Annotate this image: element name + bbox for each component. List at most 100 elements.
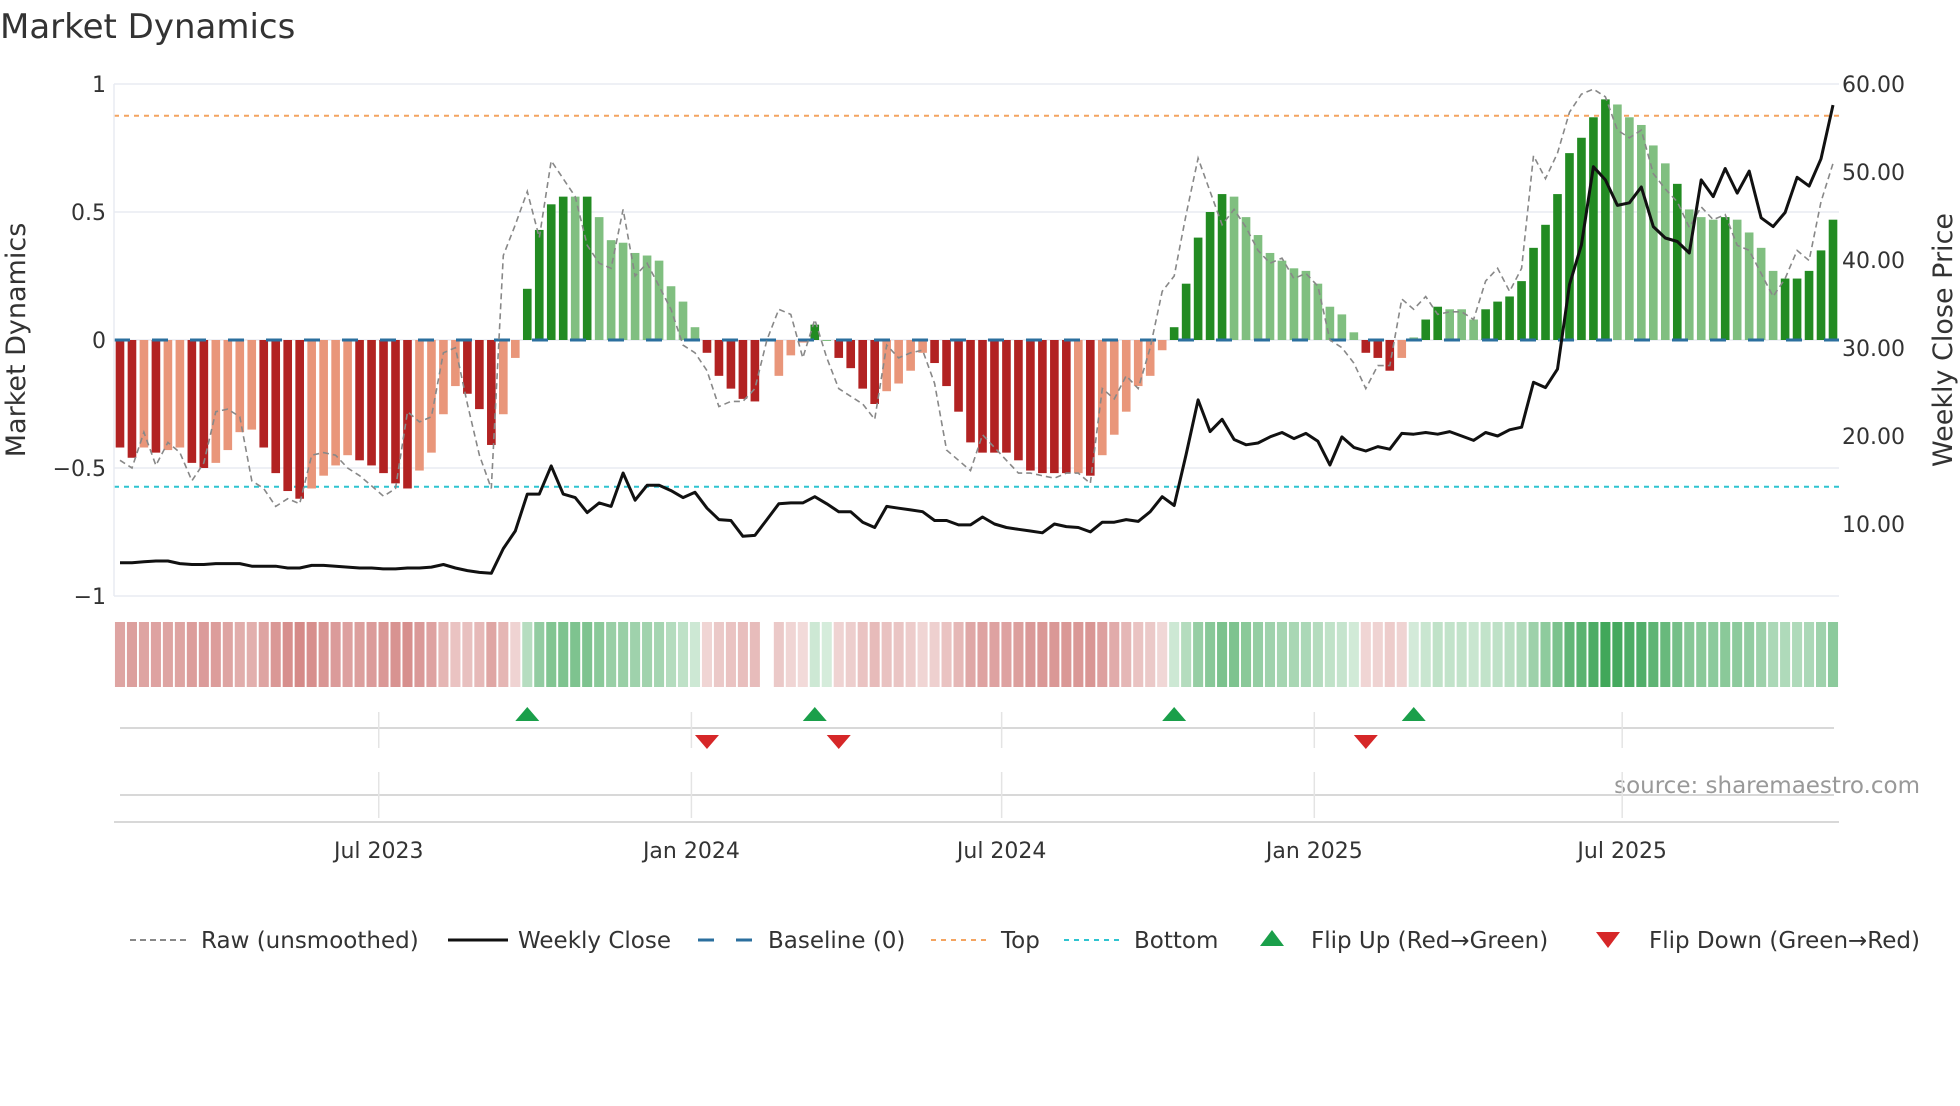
heat-strip-cell bbox=[630, 622, 641, 687]
legend-label: Flip Up (Red→Green) bbox=[1311, 928, 1548, 954]
heat-strip-cell bbox=[1480, 622, 1491, 687]
dynamics-bar bbox=[175, 340, 185, 448]
heat-strip-cell bbox=[989, 622, 1000, 687]
heat-strip-cell bbox=[1384, 622, 1395, 687]
heat-strip-cell bbox=[1660, 622, 1671, 687]
dynamics-bar bbox=[546, 204, 556, 340]
heat-strip-cell bbox=[1816, 622, 1827, 687]
dynamics-bar bbox=[1157, 340, 1167, 351]
dynamics-bar bbox=[151, 340, 161, 453]
heat-strip-cell bbox=[1229, 622, 1240, 687]
heat-strip-cell bbox=[797, 622, 808, 687]
weekly-close-line bbox=[120, 104, 1835, 575]
dynamics-bar bbox=[930, 340, 939, 364]
dynamics-bar bbox=[1289, 268, 1299, 340]
dynamics-bar bbox=[1433, 306, 1443, 340]
dynamics-bar bbox=[1109, 340, 1119, 435]
heat-strip-cell bbox=[390, 622, 401, 687]
dynamics-bar bbox=[606, 240, 616, 340]
dynamics-bar bbox=[630, 252, 640, 340]
dynamics-bar bbox=[1337, 314, 1347, 340]
x-tick-label: Jul 2023 bbox=[332, 839, 424, 864]
heat-strip-cell bbox=[1432, 622, 1443, 687]
legend-flip-up-icon bbox=[1260, 930, 1284, 946]
heat-strip-cell bbox=[1672, 622, 1683, 687]
heat-strip-cell bbox=[1241, 622, 1252, 687]
raw-series-line bbox=[119, 88, 1834, 508]
x-tick-label: Jul 2024 bbox=[955, 839, 1047, 864]
heat-strip-cell bbox=[162, 622, 173, 687]
dynamics-bar bbox=[331, 340, 340, 466]
x-tick-label: Jan 2024 bbox=[641, 839, 740, 864]
legend-flip-down-icon bbox=[1596, 932, 1620, 948]
heat-strip-cell bbox=[929, 622, 940, 687]
dynamics-bar bbox=[1229, 196, 1239, 340]
dynamics-bar bbox=[1625, 117, 1634, 340]
flip-up-marker bbox=[515, 707, 540, 721]
heat-strip-cell bbox=[1109, 622, 1120, 687]
dynamics-bar bbox=[367, 340, 376, 466]
flip-down-marker bbox=[694, 735, 719, 749]
heat-strip-cell bbox=[1133, 622, 1144, 687]
heat-strip-cell bbox=[114, 622, 126, 687]
dynamics-bar bbox=[1505, 296, 1514, 340]
dynamics-bar bbox=[1265, 252, 1275, 340]
dynamics-bar bbox=[858, 340, 868, 389]
heat-strip-cell bbox=[582, 622, 593, 687]
dynamics-bar bbox=[1062, 340, 1071, 474]
dynamics-bar bbox=[714, 340, 724, 376]
heat-strip-cell bbox=[1312, 622, 1323, 687]
heat-strip-cell bbox=[1097, 622, 1108, 687]
heat-strip-cell bbox=[1624, 622, 1635, 687]
dynamics-bar bbox=[582, 196, 592, 340]
dynamics-bar bbox=[319, 340, 328, 476]
heat-strip-cell bbox=[1780, 622, 1791, 687]
heat-strip-cell bbox=[893, 622, 904, 687]
heat-strip-cell bbox=[234, 622, 245, 687]
heat-strip-cell bbox=[1217, 622, 1228, 687]
heat-strip-cell bbox=[150, 622, 161, 687]
legend-label: Flip Down (Green→Red) bbox=[1649, 928, 1920, 954]
heat-strip-cell bbox=[354, 622, 365, 687]
heat-strip-cell bbox=[845, 622, 856, 687]
dynamics-bar bbox=[954, 340, 963, 412]
dynamics-bar bbox=[1493, 301, 1502, 340]
heat-strip-cell bbox=[1013, 622, 1024, 687]
dynamics-bar bbox=[1720, 217, 1730, 340]
dynamics-bar bbox=[786, 340, 796, 356]
dynamics-bar bbox=[1553, 194, 1562, 340]
dynamics-bar bbox=[487, 340, 496, 445]
dynamics-bar bbox=[295, 340, 304, 499]
dynamics-bar bbox=[690, 327, 700, 340]
heat-strip-cell bbox=[821, 622, 832, 687]
dynamics-bar bbox=[726, 340, 736, 389]
heat-strip-cell bbox=[713, 622, 724, 687]
flip-down-marker bbox=[826, 735, 851, 749]
heat-strip-cell bbox=[378, 622, 389, 687]
heat-strip-cell bbox=[1121, 622, 1132, 687]
y2-tick-label: 10.00 bbox=[1842, 513, 1905, 538]
heat-strip-cell bbox=[510, 622, 521, 687]
dynamics-bar bbox=[1074, 340, 1083, 474]
y2-tick-label: 50.00 bbox=[1842, 161, 1905, 186]
heat-strip-cell bbox=[1468, 622, 1479, 687]
dynamics-bar bbox=[379, 340, 388, 474]
heat-strip-cell bbox=[1540, 622, 1551, 687]
heat-strip-cell bbox=[905, 622, 916, 687]
heat-strip-cell bbox=[1037, 622, 1048, 687]
heat-strip-cell bbox=[666, 622, 677, 687]
dynamics-bar bbox=[834, 340, 844, 358]
dynamics-bar bbox=[1517, 281, 1526, 340]
y2-tick-label: 30.00 bbox=[1842, 337, 1905, 362]
heat-strip-cell bbox=[1708, 622, 1719, 687]
dynamics-bar bbox=[510, 340, 520, 358]
heat-strip-cell bbox=[498, 622, 509, 687]
heat-strip-cell bbox=[654, 622, 665, 687]
heat-strip-cell bbox=[1169, 622, 1180, 687]
heat-strip-cell bbox=[1636, 622, 1647, 687]
heat-strip-cell bbox=[1324, 622, 1335, 687]
heat-strip-cell bbox=[809, 622, 820, 687]
heat-strip-cell bbox=[1696, 622, 1707, 687]
heat-strip-cell bbox=[1300, 622, 1311, 687]
dynamics-bar bbox=[522, 288, 532, 340]
